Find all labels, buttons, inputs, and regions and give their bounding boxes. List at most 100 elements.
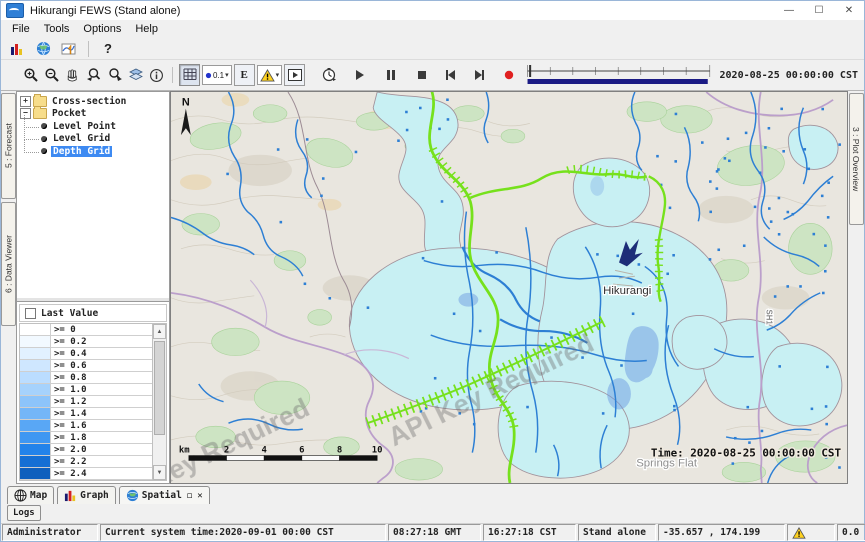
- tree-node-label[interactable]: Level Point: [51, 121, 118, 132]
- zoom-next-button[interactable]: [105, 65, 124, 85]
- scroll-down-icon[interactable]: ▼: [153, 465, 166, 480]
- tree-node-label[interactable]: Pocket: [50, 108, 88, 119]
- tab-maximize-icon[interactable]: ◻: [187, 491, 192, 501]
- node-bullet-icon: [41, 148, 47, 154]
- tree-node-label[interactable]: Cross-section: [50, 96, 128, 107]
- classbreaks-dropdown[interactable]: 0.1 ▾: [202, 65, 232, 85]
- legend-toggle-button[interactable]: E: [234, 64, 255, 86]
- tree-node-level-point[interactable]: Level Point: [19, 120, 167, 133]
- legend-class-label: >= 0.2: [51, 336, 90, 347]
- legend-row[interactable]: >= 0.4: [20, 348, 152, 360]
- tab-spatial[interactable]: Spatial ◻ ✕: [119, 486, 210, 504]
- globe-grid-icon: [14, 489, 27, 502]
- timeline-handle[interactable]: [529, 65, 531, 77]
- scale-unit-label: km: [179, 446, 190, 456]
- menu-bar: FileToolsOptionsHelp: [1, 20, 864, 38]
- tree-node-label[interactable]: Level Grid: [51, 133, 112, 144]
- legend-list: >= 0>= 0.2>= 0.4>= 0.6>= 0.8>= 1.0>= 1.2…: [20, 324, 152, 480]
- record-button[interactable]: [499, 65, 518, 85]
- timeseries-icon[interactable]: [58, 40, 80, 58]
- menu-help[interactable]: Help: [128, 22, 165, 36]
- legend-row[interactable]: >= 0.6: [20, 360, 152, 372]
- layers-icon[interactable]: [126, 65, 145, 85]
- tab-data-viewer[interactable]: 6 : Data Viewer: [1, 202, 16, 326]
- help-button[interactable]: ?: [97, 40, 119, 58]
- legend-row[interactable]: >= 2.2: [20, 456, 152, 468]
- legend-class-label: >= 1.2: [51, 396, 90, 407]
- legend-swatch: [20, 444, 51, 455]
- zoom-in-button[interactable]: [21, 65, 40, 85]
- expand-icon[interactable]: +: [20, 96, 31, 107]
- legend-row[interactable]: >= 2.0: [20, 444, 152, 456]
- legend-row[interactable]: >= 0.8: [20, 372, 152, 384]
- menu-options[interactable]: Options: [76, 22, 128, 36]
- scroll-up-icon[interactable]: ▲: [153, 324, 166, 339]
- tree-node-label[interactable]: Depth Grid: [51, 146, 112, 157]
- menu-file[interactable]: File: [5, 22, 37, 36]
- bar-chart-icon: [64, 489, 77, 502]
- toolbar-separator: [172, 67, 173, 83]
- minimize-button[interactable]: —: [774, 1, 804, 20]
- tree-node-level-grid[interactable]: Level Grid: [19, 133, 167, 146]
- project-tree: + Cross-section−PocketLevel PointLevel Gr…: [17, 92, 169, 301]
- step-forward-button[interactable]: [470, 65, 489, 85]
- tree-connector: [24, 140, 39, 153]
- zoom-out-button[interactable]: [42, 65, 61, 85]
- tab-plot-overview[interactable]: 3 : Plot Overview: [849, 93, 864, 225]
- maximize-button[interactable]: ☐: [804, 1, 834, 20]
- statistics-icon[interactable]: [6, 40, 28, 58]
- pause-button[interactable]: [381, 65, 400, 85]
- legend-row[interactable]: >= 1.6: [20, 420, 152, 432]
- svg-text:10: 10: [372, 446, 383, 456]
- left-tab-strip: 5 : Forecast 6 : Data Viewer: [1, 91, 16, 484]
- last-value-checkbox[interactable]: [25, 308, 36, 319]
- node-bullet-icon: [41, 136, 47, 142]
- zoom-previous-button[interactable]: [84, 65, 103, 85]
- map-view[interactable]: API Key Required API Key Required Hikura…: [170, 91, 848, 484]
- legend-swatch: [20, 432, 51, 443]
- play-button[interactable]: [350, 65, 369, 85]
- legend-swatch: [20, 420, 51, 431]
- tree-connector: [24, 115, 39, 128]
- legend-row[interactable]: >= 0: [20, 324, 152, 336]
- scrollbar-thumb[interactable]: [154, 341, 165, 435]
- legend-row[interactable]: >= 1.2: [20, 396, 152, 408]
- legend-row[interactable]: >= 1.4: [20, 408, 152, 420]
- tree-node-depth-grid[interactable]: Depth Grid: [19, 145, 167, 158]
- thresholds-dropdown[interactable]: ▾: [257, 65, 283, 85]
- legend-row[interactable]: >= 1.0: [20, 384, 152, 396]
- bottom-tab-bar: Map Graph Spatial ◻ ✕: [1, 484, 864, 504]
- status-text: Current system time:2020-09-01 00:00 CST: [105, 527, 334, 538]
- info-button[interactable]: [147, 65, 166, 85]
- stop-button[interactable]: [412, 65, 431, 85]
- legend-row[interactable]: >= 1.8: [20, 432, 152, 444]
- tree-node-cross-section[interactable]: + Cross-section: [19, 95, 167, 108]
- menu-tools[interactable]: Tools: [37, 22, 77, 36]
- legend-class-label: >= 1.4: [51, 408, 90, 419]
- tab-forecast[interactable]: 5 : Forecast: [1, 93, 16, 199]
- pan-icon[interactable]: [63, 65, 82, 85]
- status-segment-1: Current system time:2020-09-01 00:00 CST: [100, 524, 386, 541]
- timer-icon[interactable]: [319, 65, 338, 85]
- warning-icon: [792, 527, 806, 539]
- timeline-slider[interactable]: [526, 63, 711, 87]
- status-warning-icon: [787, 524, 835, 541]
- close-button[interactable]: ✕: [834, 1, 864, 20]
- logs-button[interactable]: Logs: [7, 505, 41, 521]
- map-time-label: Time: 2020-08-25 00:00:00 CST: [651, 447, 842, 460]
- legend-panel: Last Value >= 0>= 0.2>= 0.4>= 0.6>= 0.8>…: [17, 301, 169, 483]
- animation-button[interactable]: [284, 64, 305, 86]
- tab-spatial-label: Spatial: [142, 490, 182, 501]
- tab-graph[interactable]: Graph: [57, 486, 116, 504]
- tree-node-pocket[interactable]: −Pocket: [19, 108, 167, 121]
- classbreaks-value: 0.1: [213, 71, 224, 80]
- legend-class-label: >= 0.6: [51, 360, 90, 371]
- step-back-button[interactable]: [441, 65, 460, 85]
- legend-row[interactable]: >= 0.2: [20, 336, 152, 348]
- legend-row[interactable]: >= 2.4: [20, 468, 152, 480]
- globe-icon[interactable]: [32, 40, 54, 58]
- grid-display-toggle[interactable]: [179, 64, 200, 86]
- tab-map[interactable]: Map: [7, 486, 54, 504]
- legend-scrollbar[interactable]: ▲ ▼: [152, 324, 166, 480]
- tab-close-icon[interactable]: ✕: [197, 491, 202, 501]
